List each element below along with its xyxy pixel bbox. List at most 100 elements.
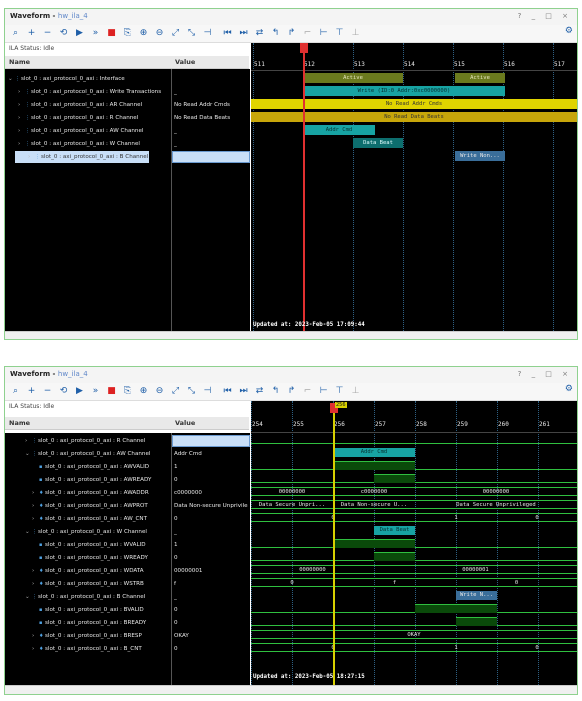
remove-icon[interactable]: −	[41, 385, 54, 398]
tree-row-aw-channel[interactable]: › ⋮slot_0 : axi_protocol_0_axi : AW Chann…	[5, 125, 171, 137]
tree-row-w-channel[interactable]: › ⋮slot_0 : axi_protocol_0_axi : W Channe…	[5, 138, 171, 150]
auto-retrigger-icon[interactable]: ⟲	[57, 385, 70, 398]
export-icon[interactable]: ⎘	[121, 27, 134, 40]
value-cell-selected[interactable]: _	[172, 151, 250, 163]
waveform-canvas[interactable]: 511 512 513 514 515 516 517 Active Activ…	[251, 43, 577, 331]
awvalid-high[interactable]	[333, 461, 415, 470]
bready-low[interactable]	[251, 617, 456, 626]
window-controls[interactable]: ? _ □ ×	[518, 370, 572, 378]
awready-low[interactable]	[251, 474, 374, 483]
wdata-bus-segment[interactable]: 00000000	[251, 565, 374, 574]
awprot-bus-segment[interactable]: Data Secure Unpri...	[251, 500, 333, 509]
w-data-beat-segment[interactable]: Data Beat	[353, 138, 403, 148]
wready-low[interactable]	[415, 552, 577, 561]
value-cell-selected[interactable]: _	[172, 435, 250, 447]
awaddr-bus-segment[interactable]: 00000000	[251, 487, 333, 496]
go-first-icon[interactable]: ⏮	[221, 27, 234, 40]
cursor-marker[interactable]	[333, 409, 335, 685]
wready-low[interactable]	[251, 552, 374, 561]
zoom-fit-icon[interactable]: ⤢	[169, 385, 182, 398]
zoom-in-icon[interactable]: ⊕	[137, 27, 150, 40]
tree-row-wstrb[interactable]: › ♦ slot_0 : axi_protocol_0_axi : WSTRB	[5, 578, 171, 590]
marker-icon[interactable]: ⊣	[201, 385, 214, 398]
wready-high[interactable]	[374, 552, 415, 561]
cursor-flag[interactable]	[300, 43, 308, 53]
bvalid-high[interactable]	[415, 604, 497, 613]
next-edge-icon[interactable]: ↱	[285, 27, 298, 40]
add-icon[interactable]: +	[25, 385, 38, 398]
w-data-beat-segment[interactable]: Data Beat	[374, 526, 415, 535]
wdata-bus-segment[interactable]: 00000001	[374, 565, 577, 574]
tree-row-awvalid[interactable]: ▪ slot_0 : axi_protocol_0_axi : AWVALID	[5, 461, 171, 473]
tree-row-w-channel[interactable]: ⌄ ⋮slot_0 : axi_protocol_0_axi : W Channe…	[5, 526, 171, 538]
go-first-icon[interactable]: ⏮	[221, 385, 234, 398]
zoom-out-icon[interactable]: ⊖	[153, 385, 166, 398]
prev-edge-icon[interactable]: ↰	[269, 27, 282, 40]
next-marker-icon[interactable]: ⊥	[349, 27, 362, 40]
prev-marker-icon[interactable]: ⊤	[333, 27, 346, 40]
tree-row-ar-channel[interactable]: › ⋮slot_0 : axi_protocol_0_axi : AR Chann…	[5, 99, 171, 111]
run-trigger-icon[interactable]: ▶	[73, 27, 86, 40]
search-icon[interactable]: ⌕	[9, 27, 22, 40]
tree-row-write-transactions[interactable]: › ⋮slot_0 : axi_protocol_0_axi : Write Tr…	[5, 86, 171, 98]
awprot-bus-segment[interactable]: Data Secure Unprivileged	[415, 500, 577, 509]
zoom-fit-icon[interactable]: ⤢	[169, 27, 182, 40]
tree-row-bvalid[interactable]: ▪ slot_0 : axi_protocol_0_axi : BVALID	[5, 604, 171, 616]
tree-row-b-channel[interactable]: › ⋮slot_0 : axi_protocol_0_axi : B Channe…	[15, 151, 149, 163]
awvalid-low[interactable]	[251, 461, 333, 470]
waveform-canvas[interactable]: 254 255 256 257 258 259 260 261 Addr Cmd…	[251, 401, 577, 685]
r-channel-trace[interactable]	[251, 435, 577, 444]
interface-active-segment[interactable]: Active	[303, 73, 403, 83]
tree-row-awaddr[interactable]: › ♦ slot_0 : axi_protocol_0_axi : AWADDR	[5, 487, 171, 499]
wstrb-bus-segment[interactable]: 0	[456, 578, 577, 587]
stop-icon[interactable]: ■	[105, 385, 118, 398]
bready-low[interactable]	[497, 617, 577, 626]
bvalid-low[interactable]	[497, 604, 577, 613]
next-edge-icon[interactable]: ↱	[285, 385, 298, 398]
awaddr-bus-segment[interactable]: c0000000	[333, 487, 415, 496]
swap-icon[interactable]: ⇄	[253, 27, 266, 40]
horizontal-scrollbar[interactable]	[5, 685, 577, 694]
awaddr-bus-segment[interactable]: 00000000	[415, 487, 577, 496]
ar-channel-segment[interactable]: No Read Addr Cmds	[251, 99, 577, 109]
bresp-bus-segment[interactable]: OKAY	[251, 630, 577, 639]
tree-row-aw-cnt[interactable]: › ♦ slot_0 : axi_protocol_0_axi : AW_CNT	[5, 513, 171, 525]
tree-row-aw-channel[interactable]: ⌄ ⋮slot_0 : axi_protocol_0_axi : AW Chann…	[5, 448, 171, 460]
tree-row-b-channel[interactable]: ⌄ ⋮slot_0 : axi_protocol_0_axi : B Channe…	[5, 591, 171, 603]
awprot-bus-segment[interactable]: Data Non-secure U...	[333, 500, 415, 509]
b-cnt-bus-segment[interactable]: 1	[415, 643, 497, 652]
aw-addr-cmd-segment[interactable]: Addr Cmd	[333, 448, 415, 457]
window-controls[interactable]: ? _ □ ×	[518, 12, 572, 20]
tree-row-r-channel[interactable]: › ⋮slot_0 : axi_protocol_0_axi : R Channe…	[5, 435, 171, 447]
wstrb-bus-segment[interactable]: f	[333, 578, 456, 587]
awready-low[interactable]	[415, 474, 577, 483]
b-write-segment[interactable]: Write N...	[456, 591, 497, 600]
run-trigger-icon[interactable]: ▶	[73, 385, 86, 398]
rise-edge-icon[interactable]: ⌐	[301, 27, 314, 40]
tree-row-interface[interactable]: ⌄ ⋮slot_0 : axi_protocol_0_axi : Interfac…	[5, 73, 171, 85]
gear-icon[interactable]: ⚙	[565, 26, 573, 36]
tree-row-awprot[interactable]: › ♦ slot_0 : axi_protocol_0_axi : AWPROT	[5, 500, 171, 512]
awvalid-low[interactable]	[415, 461, 577, 470]
wvalid-low[interactable]	[251, 539, 333, 548]
tree-row-wdata[interactable]: › ♦ slot_0 : axi_protocol_0_axi : WDATA	[5, 565, 171, 577]
awready-high[interactable]	[374, 474, 415, 483]
cursor-marker[interactable]	[303, 43, 305, 331]
add-icon[interactable]: +	[25, 27, 38, 40]
interface-active-segment[interactable]: Active	[455, 73, 505, 83]
tree-row-r-channel[interactable]: › ⋮slot_0 : axi_protocol_0_axi : R Channe…	[5, 112, 171, 124]
gear-icon[interactable]: ⚙	[565, 384, 573, 394]
stop-icon[interactable]: ■	[105, 27, 118, 40]
auto-retrigger-icon[interactable]: ⟲	[57, 27, 70, 40]
tree-row-bresp[interactable]: › ♦ slot_0 : axi_protocol_0_axi : BRESP	[5, 630, 171, 642]
bready-high[interactable]	[456, 617, 497, 626]
zoom-cursor-icon[interactable]: ⤡	[185, 385, 198, 398]
go-last-icon[interactable]: ⏭	[237, 385, 250, 398]
tree-row-wready[interactable]: ▪ slot_0 : axi_protocol_0_axi : WREADY	[5, 552, 171, 564]
wvalid-high[interactable]	[333, 539, 415, 548]
tree-row-wvalid[interactable]: ▪ slot_0 : axi_protocol_0_axi : WVALID	[5, 539, 171, 551]
rise-edge-icon[interactable]: ⌐	[301, 385, 314, 398]
add-marker-icon[interactable]: ⊢	[317, 27, 330, 40]
wstrb-bus-segment[interactable]: 0	[251, 578, 333, 587]
search-icon[interactable]: ⌕	[9, 385, 22, 398]
